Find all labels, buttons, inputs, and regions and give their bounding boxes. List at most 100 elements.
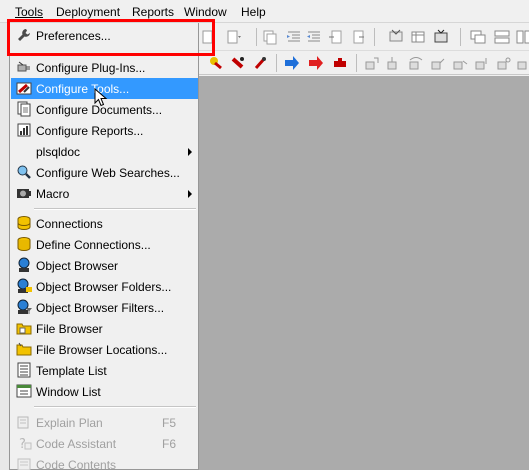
menu-item-label: File Browser Locations... — [36, 343, 168, 357]
menu-item-label: Connections — [36, 217, 103, 231]
step-into-icon[interactable] — [386, 55, 402, 71]
menu-item-code-contents[interactable]: Code Contents — [11, 454, 198, 470]
menu-item-code-assistant[interactable]: ? Code Assistant F6 — [11, 433, 198, 454]
annotation-highlight-box — [7, 19, 215, 56]
menu-item-label: Window List — [36, 385, 101, 399]
copy-icon[interactable] — [262, 29, 278, 45]
object-browser-filters-icon — [17, 299, 32, 314]
menu-window[interactable]: Window — [184, 5, 227, 19]
menu-item-macro[interactable]: Macro — [11, 183, 198, 204]
cascade-windows-icon[interactable] — [470, 29, 486, 45]
menu-item-label: Object Browser — [36, 259, 119, 273]
menu-item-label: plsqldoc — [36, 145, 81, 159]
menu-tools[interactable]: Tools — [15, 5, 43, 19]
arrow-right-red-icon[interactable] — [308, 55, 324, 71]
toolbar-top — [198, 23, 529, 51]
document-dropdown-icon[interactable] — [226, 29, 242, 45]
toolbar-separator — [374, 28, 375, 46]
workspace-area — [198, 76, 529, 470]
menu-item-file-browser-locations[interactable]: File Browser Locations... — [11, 339, 198, 360]
step-out-icon[interactable] — [430, 55, 446, 71]
compile-invalid-icon[interactable] — [230, 55, 246, 71]
menu-item-file-browser[interactable]: File Browser — [11, 318, 198, 339]
file-browser-locations-icon — [16, 342, 32, 356]
query-builder-icon[interactable] — [388, 29, 404, 45]
stop-icon[interactable] — [332, 55, 348, 71]
menu-item-plsqldoc[interactable]: plsqldoc — [11, 141, 198, 162]
menu-item-label: Object Browser Folders... — [36, 280, 172, 294]
table-edit-icon[interactable] — [410, 29, 426, 45]
menu-item-shortcut: F6 — [161, 437, 176, 451]
menu-item-label: Configure Web Searches... — [36, 166, 180, 180]
menu-item-configure-reports[interactable]: Configure Reports... — [11, 120, 198, 141]
run-to-cursor-icon[interactable] — [452, 55, 468, 71]
explain-plan-icon — [17, 416, 29, 429]
tile-vertical-icon[interactable] — [516, 29, 529, 45]
menu-item-explain-plan[interactable]: Explain Plan F5 — [11, 412, 198, 433]
define-connections-icon — [17, 237, 31, 252]
unindent-icon[interactable] — [306, 29, 322, 45]
breakpoint-icon[interactable] — [516, 55, 529, 71]
toggle-breakpoint-icon[interactable] — [496, 55, 512, 71]
magnifier-icon — [17, 165, 31, 179]
menu-item-template-list[interactable]: Template List — [11, 360, 198, 381]
file-browser-icon — [16, 323, 32, 335]
submenu-arrow-icon — [188, 190, 192, 198]
menu-item-window-list[interactable]: Window List — [11, 381, 198, 402]
debug-icon[interactable] — [252, 55, 268, 71]
menu-item-label: Object Browser Filters... — [36, 301, 165, 315]
menu-item-configure-plugins[interactable]: Configure Plug-Ins... — [11, 57, 198, 78]
menu-item-label: Configure Tools... — [36, 82, 130, 96]
menu-item-shortcut: F5 — [161, 416, 176, 430]
toolbar-second — [198, 51, 529, 75]
toolbar-separator — [460, 28, 461, 46]
menu-item-label: Code Contents — [36, 458, 117, 470]
menu-help[interactable]: Help — [241, 5, 266, 19]
object-browser-icon — [18, 257, 30, 272]
step-over-icon[interactable] — [408, 55, 424, 71]
database-icon — [17, 216, 31, 231]
code-contents-icon — [17, 458, 31, 470]
object-browser-folders-icon — [17, 278, 32, 293]
menu-item-configure-web-searches[interactable]: Configure Web Searches... — [11, 162, 198, 183]
arrow-right-blue-icon[interactable] — [284, 55, 300, 71]
menu-item-label: Template List — [36, 364, 107, 378]
menu-reports[interactable]: Reports — [132, 5, 174, 19]
template-list-icon — [17, 362, 31, 378]
toolbar-separator — [276, 54, 277, 72]
step-icon[interactable] — [364, 55, 380, 71]
menu-item-label: Explain Plan — [36, 416, 103, 430]
code-assistant-icon: ? — [19, 437, 32, 451]
menu-item-label: Code Assistant — [36, 437, 117, 451]
toolbar-separator — [356, 54, 357, 72]
import-icon[interactable] — [350, 29, 366, 45]
tile-horizontal-icon[interactable] — [494, 29, 510, 45]
run-to-exception-icon[interactable] — [474, 55, 490, 71]
toolbar-separator — [256, 28, 257, 46]
reports-icon — [17, 123, 31, 137]
plugin-icon — [17, 61, 30, 72]
menu-item-define-connections[interactable]: Define Connections... — [11, 234, 198, 255]
menu-item-label: File Browser — [36, 322, 103, 336]
menu-item-object-browser-filters[interactable]: Object Browser Filters... — [11, 297, 198, 318]
menu-item-object-browser-folders[interactable]: Object Browser Folders... — [11, 276, 198, 297]
export-icon[interactable] — [328, 29, 344, 45]
menu-item-object-browser[interactable]: Object Browser — [11, 255, 198, 276]
menu-separator — [34, 209, 196, 210]
mouse-cursor-icon — [94, 88, 108, 107]
compile-icon[interactable] — [208, 55, 224, 71]
menu-item-label: Define Connections... — [36, 238, 151, 252]
menu-item-label: Configure Reports... — [36, 124, 144, 138]
indent-icon[interactable] — [286, 29, 302, 45]
menu-deployment[interactable]: Deployment — [56, 5, 120, 19]
schema-icon[interactable] — [433, 29, 449, 45]
macro-icon — [17, 189, 31, 198]
menu-item-connections[interactable]: Connections — [11, 213, 198, 234]
menu-separator — [34, 407, 196, 408]
menu-item-label: Configure Plug-Ins... — [36, 61, 146, 75]
window-list-icon — [16, 384, 32, 398]
documents-icon — [17, 101, 31, 117]
menu-item-label: Macro — [36, 187, 70, 201]
tools-icon — [16, 82, 32, 95]
submenu-arrow-icon — [188, 148, 192, 156]
